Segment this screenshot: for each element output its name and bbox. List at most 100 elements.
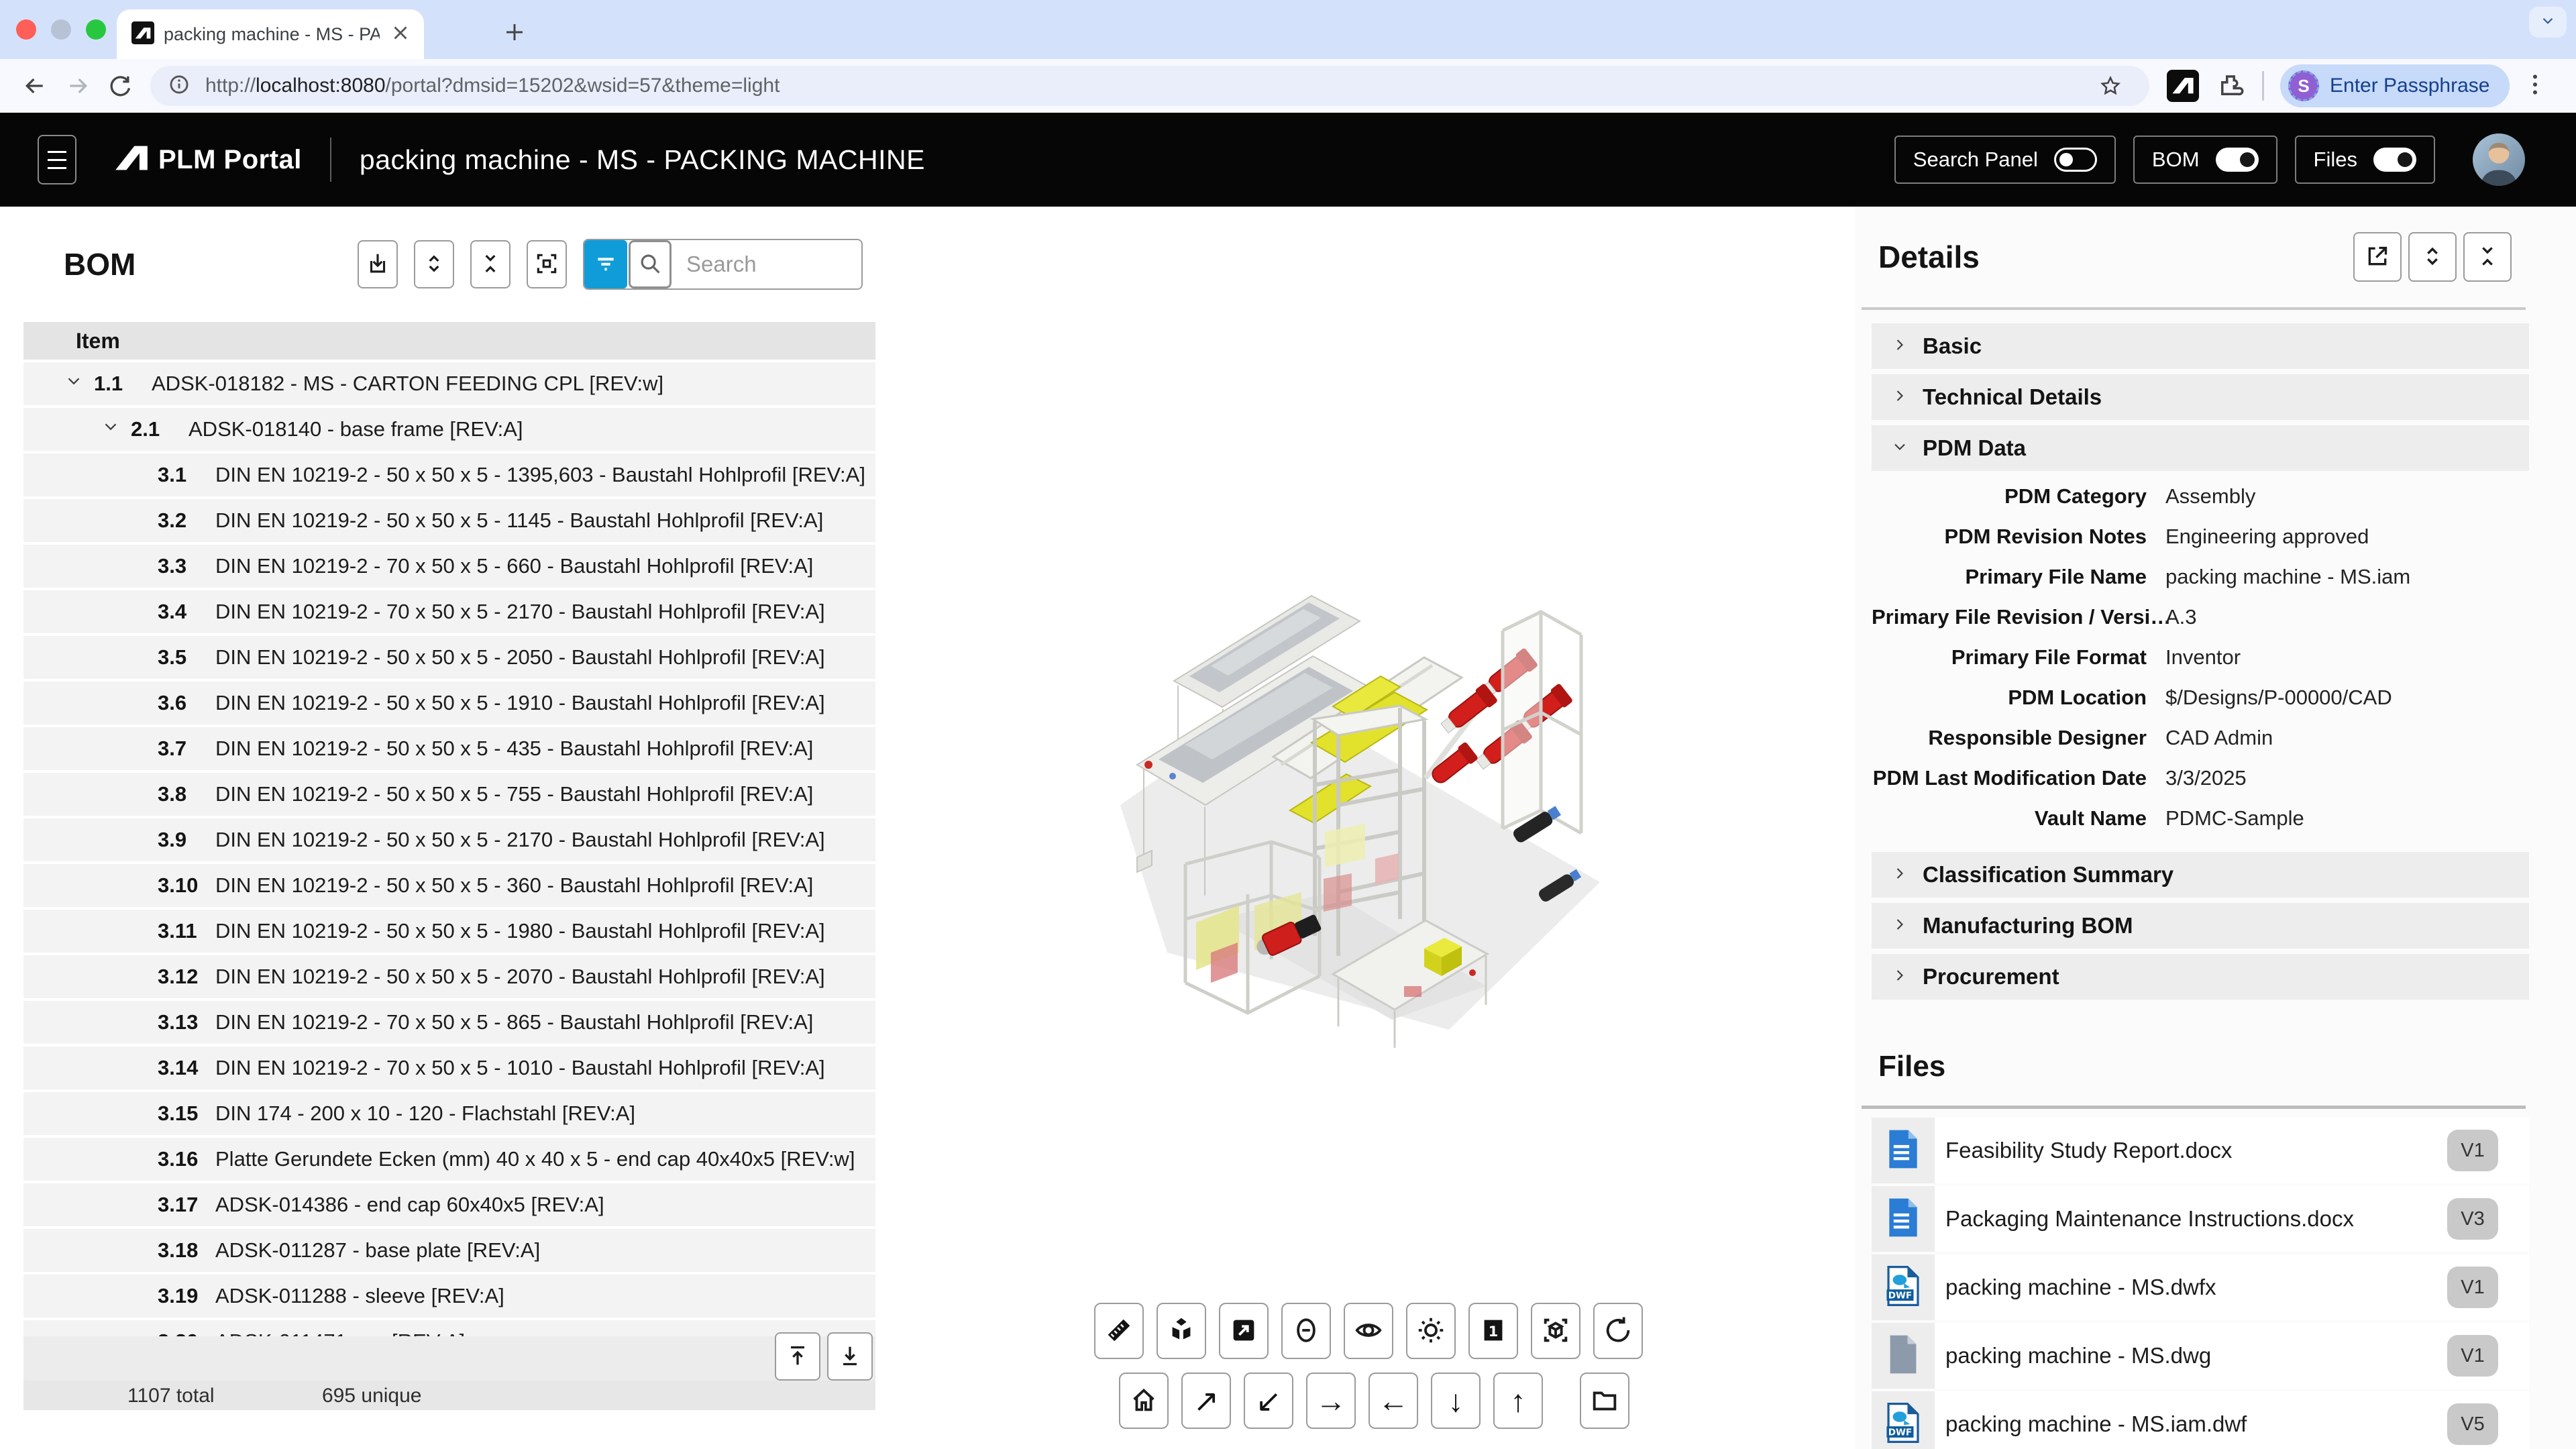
folder-button[interactable] bbox=[1580, 1373, 1629, 1429]
bom-tree-row[interactable]: 3.20ADSK-011471 - … [REV:A] bbox=[23, 1320, 875, 1336]
toggle-switch[interactable] bbox=[2216, 148, 2259, 172]
reset-rotate-button[interactable] bbox=[1593, 1303, 1643, 1359]
isolate-button[interactable] bbox=[1219, 1303, 1269, 1359]
bom-tree-row[interactable]: 3.14DIN EN 10219-2 - 70 x 50 x 5 - 1010 … bbox=[23, 1046, 875, 1089]
arrow-down-button[interactable]: ↓ bbox=[1431, 1373, 1481, 1429]
bom-tree-row[interactable]: 1.1ADSK-018182 - MS - CARTON FEEDING CPL… bbox=[23, 362, 875, 405]
section-basic[interactable]: Basic bbox=[1872, 323, 2529, 369]
bom-title: BOM bbox=[64, 246, 136, 282]
row-chevron[interactable] bbox=[91, 417, 131, 442]
collapse-all-button[interactable] bbox=[470, 240, 511, 288]
file-row[interactable]: Packaging Maintenance Instructions.docxV… bbox=[1872, 1186, 2529, 1252]
bom-tree-row[interactable]: 3.15DIN 174 - 200 x 10 - 120 - Flachstah… bbox=[23, 1092, 875, 1135]
user-avatar[interactable] bbox=[2473, 133, 2525, 186]
bom-tree-row[interactable]: 3.11DIN EN 10219-2 - 50 x 50 x 5 - 1980 … bbox=[23, 910, 875, 953]
bom-tree-row[interactable]: 2.1ADSK-018140 - base frame [REV:A] bbox=[23, 408, 875, 451]
bom-tree-row[interactable]: 3.5DIN EN 10219-2 - 50 x 50 x 5 - 2050 -… bbox=[23, 636, 875, 679]
address-bar[interactable]: http://localhost:8080/portal?dmsid=15202… bbox=[150, 66, 2149, 106]
download-button[interactable] bbox=[358, 240, 398, 288]
row-item-number: 3.10 bbox=[158, 873, 215, 898]
window-controls[interactable] bbox=[16, 19, 106, 40]
minimize-window-button[interactable] bbox=[51, 19, 71, 40]
toggle-bom[interactable]: BOM bbox=[2133, 136, 2277, 184]
collapse-all-icon bbox=[478, 251, 503, 278]
file-row[interactable]: DWFpacking machine - MS.iam.dwfV5 bbox=[1872, 1391, 2529, 1449]
forward-button[interactable] bbox=[56, 64, 99, 107]
site-info-icon[interactable] bbox=[168, 73, 191, 99]
toggle-switch[interactable] bbox=[2054, 148, 2097, 172]
pdm-data-grid: PDM CategoryAssemblyPDM Revision NotesEn… bbox=[1872, 476, 2529, 839]
bom-tree-row[interactable]: 3.16Platte Gerundete Ecken (mm) 40 x 40 … bbox=[23, 1138, 875, 1181]
toggle-search-panel[interactable]: Search Panel bbox=[1894, 136, 2116, 184]
hide-button[interactable] bbox=[1281, 1303, 1331, 1359]
bom-tree-row[interactable]: 3.4DIN EN 10219-2 - 70 x 50 x 5 - 2170 -… bbox=[23, 590, 875, 633]
hamburger-menu-button[interactable] bbox=[38, 135, 76, 184]
arrow-up-button[interactable]: ↑ bbox=[1493, 1373, 1543, 1429]
section-manufacturing-bom[interactable]: Manufacturing BOM bbox=[1872, 903, 2529, 949]
bom-tree-row[interactable]: 3.17ADSK-014386 - end cap 60x40x5 [REV:A… bbox=[23, 1183, 875, 1226]
section-technical-details[interactable]: Technical Details bbox=[1872, 374, 2529, 420]
toggle-switch[interactable] bbox=[2373, 148, 2416, 172]
brightness-button[interactable] bbox=[1406, 1303, 1456, 1359]
bom-tree-row[interactable]: 3.9DIN EN 10219-2 - 50 x 50 x 5 - 2170 -… bbox=[23, 818, 875, 861]
bom-tree-row[interactable]: 3.2DIN EN 10219-2 - 50 x 50 x 5 - 1145 -… bbox=[23, 499, 875, 542]
file-row[interactable]: Feasibility Study Report.docxV1 bbox=[1872, 1118, 2529, 1183]
view-1-button[interactable]: 1 bbox=[1468, 1303, 1518, 1359]
explode-icon bbox=[1166, 1315, 1197, 1348]
close-tab-icon[interactable] bbox=[389, 21, 412, 48]
details-sections: Basic Technical Details PDM Data bbox=[1872, 323, 2529, 471]
bom-tree-row[interactable]: 3.1DIN EN 10219-2 - 50 x 50 x 5 - 1395,6… bbox=[23, 453, 875, 496]
section-procurement[interactable]: Procurement bbox=[1872, 954, 2529, 1000]
zoom-window-button[interactable] bbox=[86, 19, 106, 40]
autodesk-extension-icon[interactable] bbox=[2167, 70, 2199, 102]
scroll-top-button[interactable] bbox=[775, 1332, 820, 1381]
bom-tree-row[interactable]: 3.10DIN EN 10219-2 - 50 x 50 x 5 - 360 -… bbox=[23, 864, 875, 907]
visibility-button[interactable] bbox=[1344, 1303, 1393, 1359]
file-row[interactable]: DWFpacking machine - MS.dwfxV1 bbox=[1872, 1254, 2529, 1320]
arrow-right-button[interactable]: → bbox=[1306, 1373, 1356, 1429]
section-classification-summary[interactable]: Classification Summary bbox=[1872, 852, 2529, 898]
browser-menu-icon[interactable] bbox=[2522, 71, 2548, 101]
back-button[interactable] bbox=[13, 64, 56, 107]
bom-tree-row[interactable]: 3.12DIN EN 10219-2 - 50 x 50 x 5 - 2070 … bbox=[23, 955, 875, 998]
filter-button[interactable] bbox=[584, 240, 627, 288]
arrow-up-right-button[interactable]: ↗ bbox=[1181, 1373, 1231, 1429]
model-3d-view[interactable] bbox=[1110, 543, 1667, 1067]
bom-tree-row[interactable]: 3.13DIN EN 10219-2 - 70 x 50 x 5 - 865 -… bbox=[23, 1001, 875, 1044]
bookmark-star-icon[interactable] bbox=[2089, 64, 2132, 107]
arrow-up-right-icon: ↗ bbox=[1193, 1385, 1220, 1416]
search-button[interactable] bbox=[629, 240, 672, 288]
extensions-puzzle-icon[interactable] bbox=[2216, 72, 2245, 100]
file-row[interactable]: packing machine - MS.dwgV1 bbox=[1872, 1323, 2529, 1389]
browser-tab[interactable]: packing machine - MS - PACK bbox=[117, 9, 424, 59]
fit-model-button[interactable] bbox=[1531, 1303, 1580, 1359]
measure-button[interactable] bbox=[1094, 1303, 1144, 1359]
explode-button[interactable] bbox=[1157, 1303, 1206, 1359]
section-pdm-data[interactable]: PDM Data bbox=[1872, 425, 2529, 471]
bom-tree-row[interactable]: 3.18ADSK-011287 - base plate [REV:A] bbox=[23, 1229, 875, 1272]
arrow-down-left-button[interactable]: ↙ bbox=[1244, 1373, 1293, 1429]
new-tab-button[interactable] bbox=[493, 12, 536, 55]
download-icon bbox=[365, 251, 390, 278]
reload-button[interactable] bbox=[99, 64, 142, 107]
enter-passphrase-button[interactable]: S Enter Passphrase bbox=[2280, 64, 2510, 107]
bom-tree-row[interactable]: 3.19ADSK-011288 - sleeve [REV:A] bbox=[23, 1275, 875, 1318]
bom-tree-row[interactable]: 3.8DIN EN 10219-2 - 50 x 50 x 5 - 755 - … bbox=[23, 773, 875, 816]
collapse-all-button[interactable] bbox=[2463, 232, 2512, 282]
close-window-button[interactable] bbox=[16, 19, 36, 40]
bom-tree-row[interactable]: 3.7DIN EN 10219-2 - 50 x 50 x 5 - 435 - … bbox=[23, 727, 875, 770]
expand-all-button[interactable] bbox=[414, 240, 454, 288]
search-input[interactable] bbox=[672, 240, 861, 288]
bom-tree-row[interactable]: 3.3DIN EN 10219-2 - 70 x 50 x 5 - 660 - … bbox=[23, 545, 875, 588]
scroll-bottom-button[interactable] bbox=[827, 1332, 873, 1381]
fit-frame-button[interactable] bbox=[527, 240, 567, 288]
row-chevron[interactable] bbox=[54, 371, 94, 396]
toggle-files[interactable]: Files bbox=[2295, 136, 2435, 184]
file-version-badge: V1 bbox=[2447, 1130, 2498, 1171]
tab-search-button[interactable] bbox=[2529, 7, 2567, 38]
bom-tree-row[interactable]: 3.6DIN EN 10219-2 - 50 x 50 x 5 - 1910 -… bbox=[23, 682, 875, 724]
arrow-left-button[interactable]: ← bbox=[1368, 1373, 1418, 1429]
expand-all-button[interactable] bbox=[2408, 232, 2457, 282]
external-link-button[interactable] bbox=[2353, 232, 2402, 282]
home-button[interactable] bbox=[1119, 1373, 1169, 1429]
